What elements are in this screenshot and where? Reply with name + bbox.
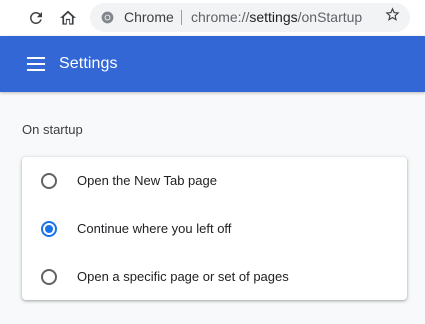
home-icon <box>58 8 78 28</box>
url-scheme: chrome:// <box>191 9 250 25</box>
omnibox-divider <box>181 10 182 25</box>
section-title: On startup <box>22 122 83 137</box>
radio-label: Open a specific page or set of pages <box>77 269 289 284</box>
radio-button[interactable] <box>41 269 57 285</box>
radio-selected-dot <box>45 225 53 233</box>
radio-option-continue[interactable]: Continue where you left off <box>22 205 407 253</box>
startup-options-card: Open the New Tab page Continue where you… <box>22 157 407 300</box>
star-icon <box>384 6 401 28</box>
main-menu-button[interactable] <box>24 53 48 75</box>
home-button[interactable] <box>56 6 80 30</box>
radio-button-selected[interactable] <box>41 221 57 237</box>
radio-label: Continue where you left off <box>77 221 232 236</box>
radio-option-new-tab[interactable]: Open the New Tab page <box>22 157 407 205</box>
url-path: /onStartup <box>297 9 363 25</box>
origin-chip: Chrome <box>124 9 174 25</box>
omnibox[interactable]: Chrome chrome://settings/onStartup <box>90 3 410 32</box>
bookmark-button[interactable] <box>382 7 402 27</box>
url-host: settings <box>249 9 298 25</box>
radio-option-specific-pages[interactable]: Open a specific page or set of pages <box>22 253 407 301</box>
browser-toolbar: Chrome chrome://settings/onStartup <box>0 0 425 36</box>
reload-icon <box>27 9 45 27</box>
radio-button[interactable] <box>41 173 57 189</box>
settings-header: Settings <box>0 36 425 92</box>
page-title: Settings <box>59 55 118 72</box>
reload-button[interactable] <box>24 6 48 30</box>
radio-label: Open the New Tab page <box>77 173 217 188</box>
chrome-icon <box>101 11 114 24</box>
url-text[interactable]: chrome://settings/onStartup <box>191 3 362 32</box>
hamburger-menu-icon <box>27 57 45 71</box>
